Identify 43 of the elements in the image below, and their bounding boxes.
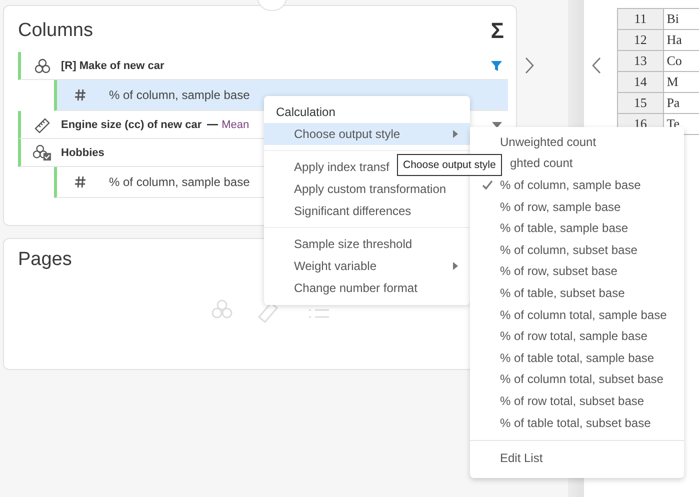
menu-item[interactable]: % of table, subset base (470, 282, 684, 304)
filter-icon[interactable] (491, 60, 502, 70)
hash-icon (74, 89, 86, 101)
sum-icon[interactable]: Σ (490, 20, 504, 42)
row-number: 14 (618, 72, 664, 92)
row-number: 12 (618, 30, 664, 50)
chevron-right-icon[interactable] (525, 57, 534, 74)
menu-item[interactable]: Change number format (264, 277, 470, 299)
panel-title: Pages (18, 249, 72, 271)
hash-icon (74, 176, 86, 188)
menu-item[interactable]: Sample size threshold (264, 233, 470, 255)
calculation-label: % of column, sample base (109, 88, 250, 102)
variable-label: [R] Make of new car (61, 60, 164, 72)
menu-item[interactable]: % of column total, subset base (470, 368, 684, 390)
statistic-label: Mean (222, 118, 250, 130)
menu-item[interactable]: % of row, subset base (470, 260, 684, 282)
menu-item[interactable]: % of table, sample base (470, 217, 684, 239)
table-cell: Bi (663, 8, 699, 30)
variable-label: Engine size (cc) of new car (61, 118, 202, 130)
ruler-icon (34, 116, 50, 132)
menu-item[interactable]: Apply custom transformation (264, 178, 470, 200)
menu-item[interactable]: Choose output style (264, 123, 470, 145)
panel-title: Columns (18, 20, 93, 42)
menu-item[interactable]: Significant differences (264, 200, 470, 222)
row-number: 11 (618, 8, 664, 30)
calculation-label: % of column, sample base (109, 175, 250, 189)
menu-item[interactable]: % of table total, subset base (470, 412, 684, 434)
menu-item[interactable]: % of column, sample base (470, 174, 684, 196)
menu-item[interactable]: % of row, sample base (470, 196, 684, 218)
menu-item[interactable]: % of column, subset base (470, 238, 684, 261)
circles-icon (34, 58, 50, 74)
variable-label: Hobbies (61, 146, 104, 158)
menu-item[interactable]: % of column total, sample base (470, 304, 684, 326)
menu-item[interactable]: % of row total, sample base (470, 325, 684, 347)
dash-icon (206, 124, 218, 126)
menu-item[interactable]: % of row total, subset base (470, 390, 684, 412)
circles-check-icon (33, 144, 51, 161)
menu-item[interactable]: Weight variable (264, 255, 470, 277)
menu-item[interactable]: Edit List (470, 447, 684, 469)
chevron-left-icon[interactable] (592, 57, 601, 74)
row-number: 13 (618, 50, 664, 72)
menu-item[interactable]: % of table total, sample base (470, 346, 684, 369)
row-number: 15 (618, 92, 664, 114)
